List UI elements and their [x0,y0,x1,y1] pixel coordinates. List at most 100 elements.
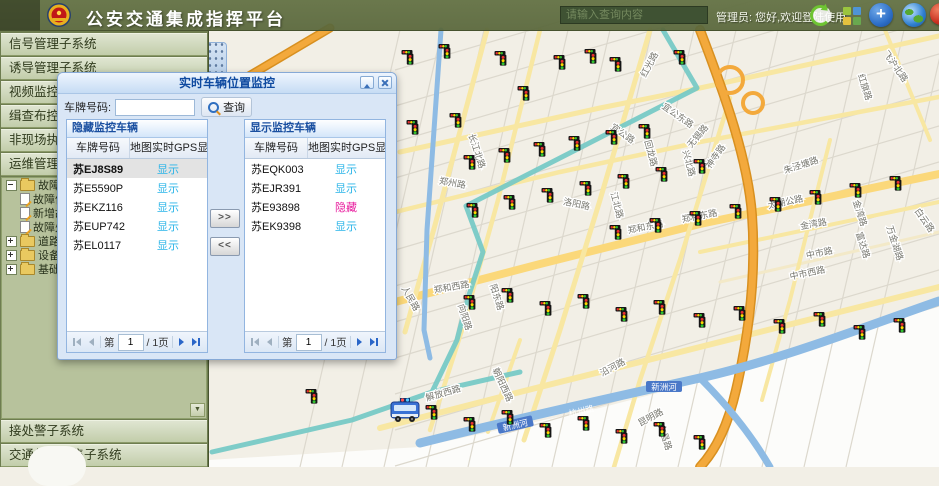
gps-toggle-link[interactable]: 显示 [129,237,207,253]
column-header-gps[interactable]: 地图实时GPS显示 [130,138,207,158]
grid-square [843,7,851,15]
last-page-icon[interactable] [191,336,203,348]
tree-toggle-icon[interactable] [6,180,17,191]
prev-page-icon[interactable] [263,336,275,348]
dialog-toolbar: 车牌号码: 查询 [58,94,396,120]
plate-number: 苏EJR391 [245,180,307,196]
magnifier-icon [208,102,219,113]
plate-number: 苏EQK003 [245,161,307,177]
move-right-button[interactable]: >> [210,209,240,228]
next-page-icon[interactable] [354,336,366,348]
table-row[interactable]: 苏EJR391显示 [245,178,385,197]
page-label-pre: 第 [282,335,293,350]
plate-number: 苏EK9398 [245,218,307,234]
table-row[interactable]: 苏EUP742显示 [67,216,207,235]
plate-number-input[interactable] [115,99,195,116]
hidden-vehicles-panel: 隐藏监控车辆 车牌号码 地图实时GPS显示 苏EJ8S89显示苏E5590P显示… [66,119,208,353]
table-row[interactable]: 苏E5590P显示 [67,178,207,197]
table-row[interactable]: 苏EJ8S89显示 [67,159,207,178]
shown-vehicles-panel: 显示监控车辆 车牌号码 地图实时GPS显示 苏EQK003显示苏EJR391显示… [244,119,386,353]
page-icon [20,193,30,205]
folder-icon [20,250,35,261]
refresh-icon[interactable] [810,5,831,26]
gps-toggle-link[interactable]: 显示 [307,218,385,234]
query-button[interactable]: 查询 [201,97,252,117]
gps-toggle-link[interactable]: 显示 [129,180,207,196]
app-title: 公安交通集成指挥平台 [86,5,286,30]
scroll-down-icon[interactable]: ▼ [190,403,205,417]
page-icon [20,207,30,219]
gps-toggle-link[interactable]: 显示 [307,180,385,196]
svg-text:新洲河: 新洲河 [651,382,677,392]
last-page-icon[interactable] [369,336,381,348]
table-row[interactable]: 苏E93898隐藏 [245,197,385,216]
sidebar-item[interactable]: 信号管理子系统 [1,33,207,56]
pagination-bar: 第 / 1页 [67,331,207,352]
column-header-plate[interactable]: 车牌号码 [245,138,308,158]
tree-toggle-icon[interactable] [6,264,17,275]
tree-toggle-icon[interactable] [6,236,17,247]
folder-icon [20,180,35,191]
first-page-icon[interactable] [70,336,82,348]
grid-header: 车牌号码 地图实时GPS显示 [245,138,385,159]
column-header-gps[interactable]: 地图实时GPS显示 [308,138,385,158]
tree-toggle-icon[interactable] [6,250,17,261]
logo-blob [28,446,86,486]
sidebar-item[interactable]: 接处警子系统 [1,420,207,443]
prev-page-icon[interactable] [85,336,97,348]
plate-number: 苏EJ8S89 [67,161,129,177]
map-globe-icon[interactable] [902,3,926,27]
dialog-titlebar[interactable]: 实时车辆位置监控 [58,73,396,94]
page-number-input[interactable] [118,334,144,351]
vehicle-monitor-dialog: 实时车辆位置监控 车牌号码: 查询 隐藏监控车辆 车牌号码 地图实时GPS显示 … [57,72,397,360]
plate-number: 苏EL0117 [67,237,129,253]
add-icon[interactable]: + [869,3,893,27]
river-label: 新洲河 [646,381,682,392]
police-emblem-icon [46,2,72,28]
plate-number: 苏E93898 [245,199,307,215]
plate-number: 苏E5590P [67,180,129,196]
first-page-icon[interactable] [248,336,260,348]
plate-number: 苏EKZ116 [67,199,129,215]
apps-grid-icon[interactable] [843,7,861,25]
police-vehicle-icon[interactable] [391,398,419,422]
next-page-icon[interactable] [176,336,188,348]
panel-title: 隐藏监控车辆 [67,120,207,138]
query-button-label: 查询 [223,99,245,115]
table-row[interactable]: 苏EL0117显示 [67,235,207,254]
collapse-tool-icon[interactable] [360,76,374,89]
page-label-post: / 1页 [147,335,169,350]
transfer-buttons: >> << [209,209,241,265]
table-row[interactable]: 苏EK9398显示 [245,216,385,235]
pagination-bar: 第 / 1页 [245,331,385,352]
move-left-button[interactable]: << [210,237,240,256]
panel-title: 显示监控车辆 [245,120,385,138]
table-row[interactable]: 苏EKZ116显示 [67,197,207,216]
column-header-plate[interactable]: 车牌号码 [67,138,130,158]
dialog-title: 实时车辆位置监控 [58,73,396,93]
gps-toggle-link[interactable]: 隐藏 [307,199,385,215]
grid-header: 车牌号码 地图实时GPS显示 [67,138,207,159]
header-search-input[interactable] [560,6,708,24]
grid-square [853,7,861,15]
gps-toggle-link[interactable]: 显示 [129,161,207,177]
table-row[interactable]: 苏EQK003显示 [245,159,385,178]
grid-square [853,17,861,25]
gps-toggle-link[interactable]: 显示 [129,218,207,234]
close-tool-icon[interactable] [378,76,392,89]
header-dark-cap [0,0,40,30]
grid-square [843,17,851,25]
folder-icon [20,236,35,247]
gps-toggle-link[interactable]: 显示 [307,161,385,177]
page-icon [20,221,30,233]
page-number-input[interactable] [296,334,322,351]
top-header-bar: 公安交通集成指挥平台 管理员: 您好,欢迎登陆使用 + [0,0,939,31]
plate-number: 苏EUP742 [67,218,129,234]
page-label-post: / 1页 [325,335,347,350]
page-label-pre: 第 [104,335,115,350]
plate-number-label: 车牌号码: [64,99,111,115]
grid-rows: 苏EQK003显示苏EJR391显示苏E93898隐藏苏EK9398显示 [245,159,385,331]
grid-rows: 苏EJ8S89显示苏E5590P显示苏EKZ116显示苏EUP742显示苏EL0… [67,159,207,331]
logout-icon[interactable] [930,3,939,25]
gps-toggle-link[interactable]: 显示 [129,199,207,215]
